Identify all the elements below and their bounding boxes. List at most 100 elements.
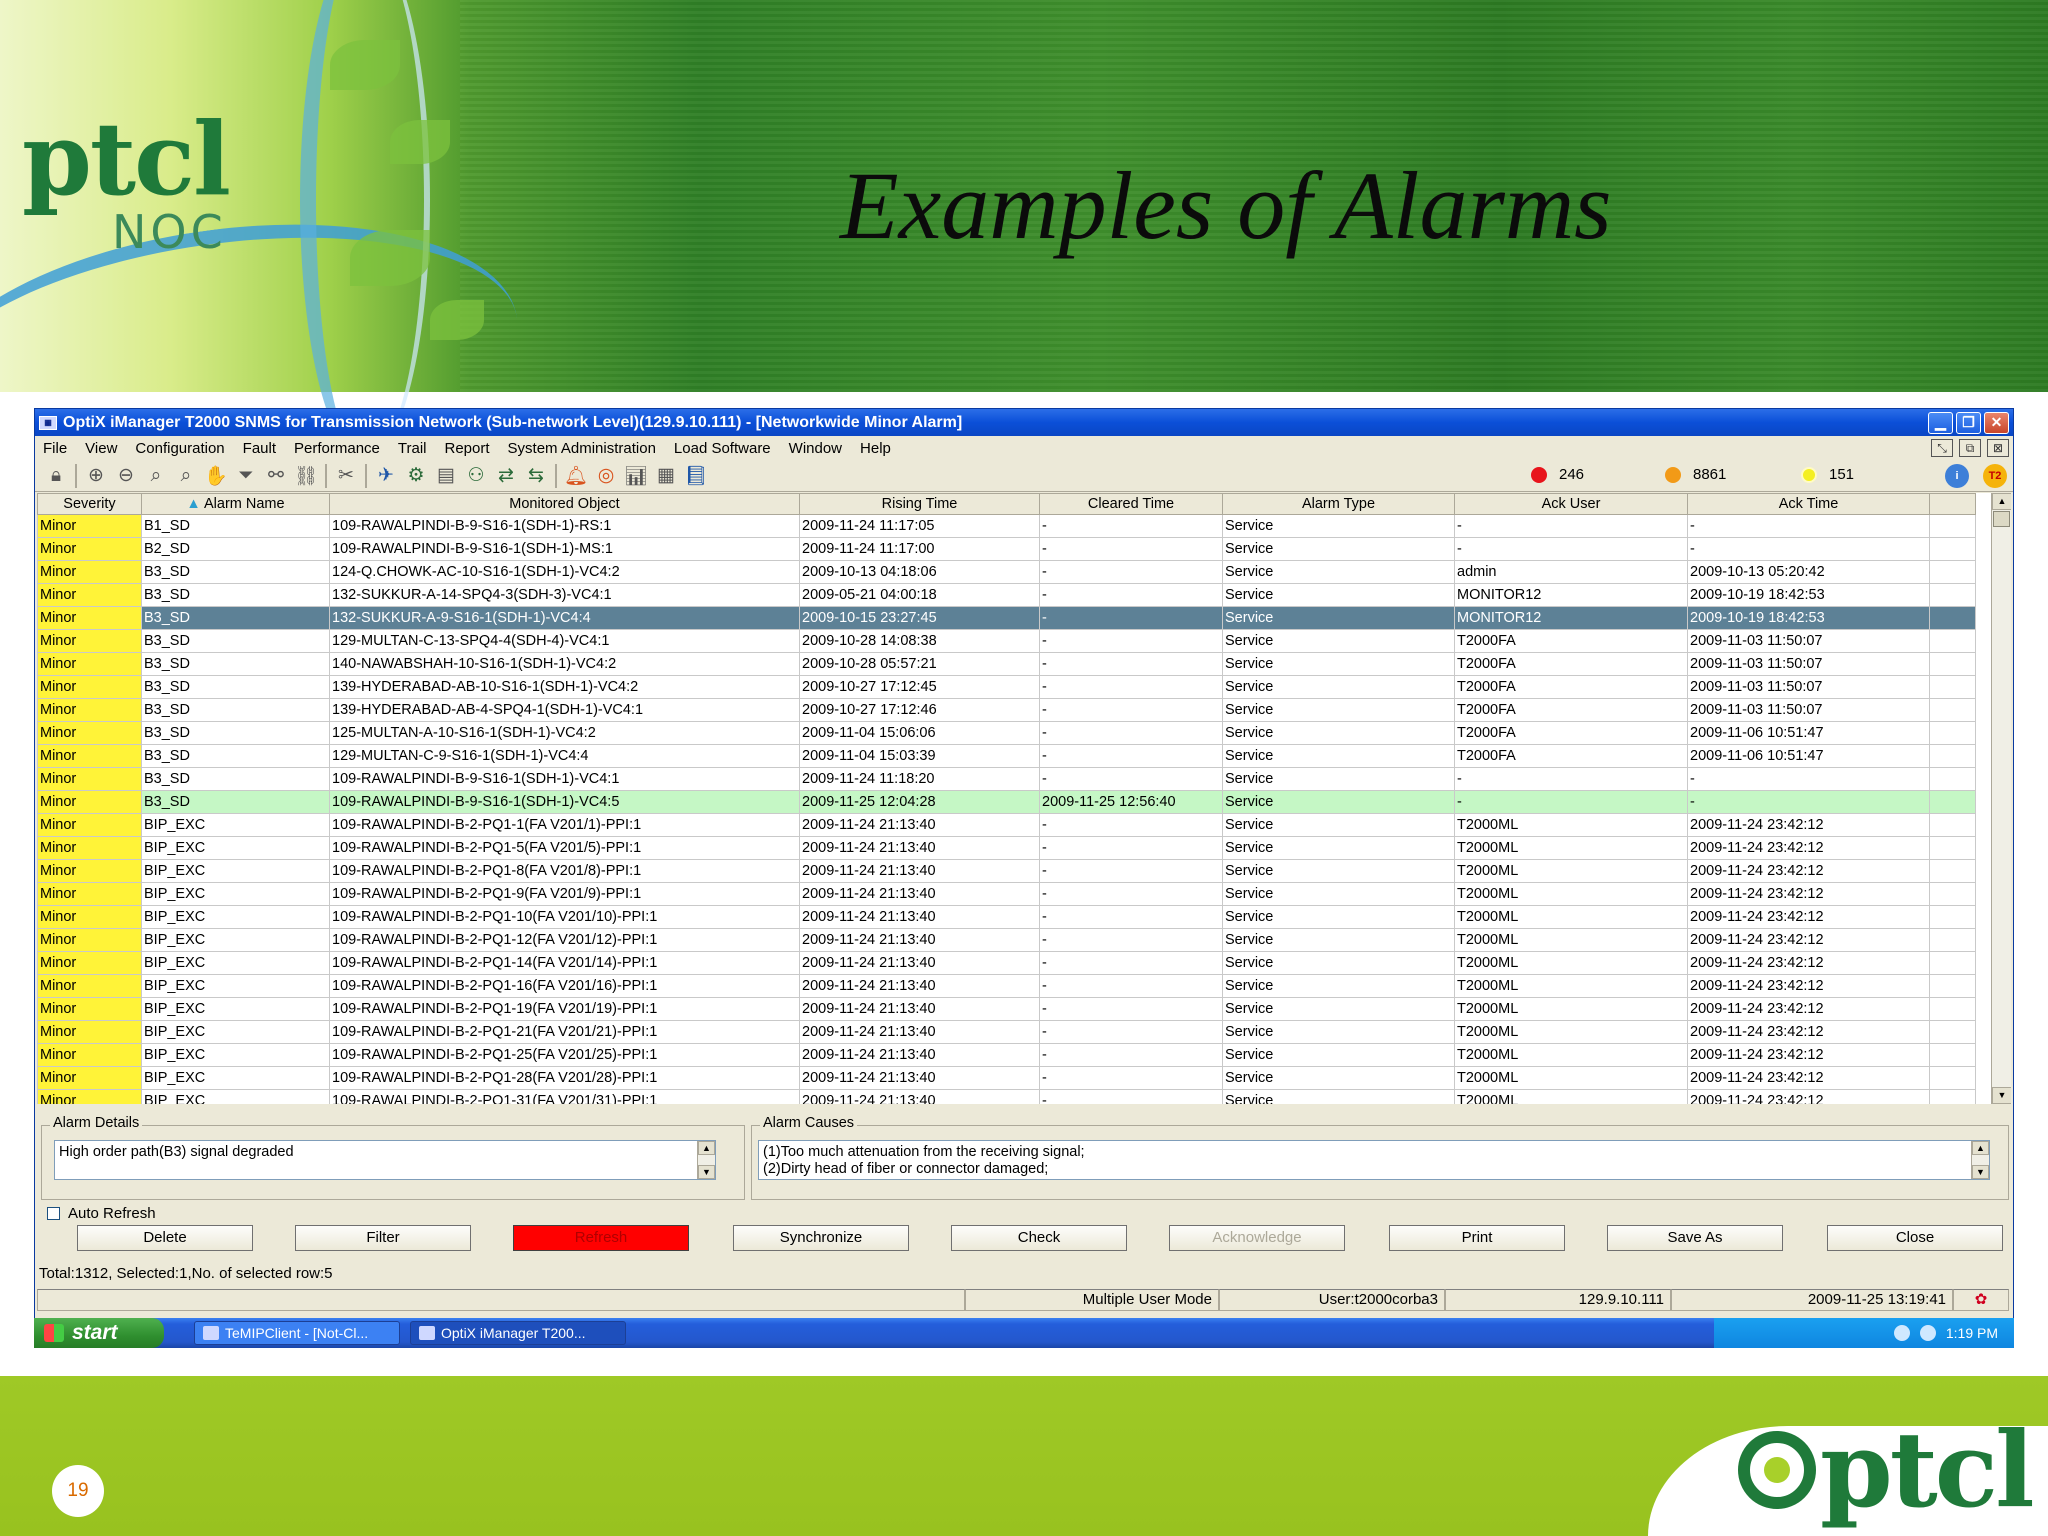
column-header-ack-time[interactable]: Ack Time (1687, 493, 1930, 515)
restore-button[interactable]: ❐ (1956, 411, 1981, 434)
filter-icon[interactable]: ⏷ (231, 463, 261, 489)
details-scrollbar[interactable]: ▲ ▼ (697, 1141, 715, 1179)
menu-report[interactable]: Report (445, 440, 490, 457)
taskbar-item-optix[interactable]: OptiX iManager T200... (410, 1321, 626, 1345)
table-row[interactable]: Minor B3_SD 129-MULTAN-C-9-S16-1(SDH-1)-VC… (37, 744, 1976, 768)
t2000-icon[interactable]: T2 (1983, 464, 2007, 488)
table-row[interactable]: Minor B3_SD 129-MULTAN-C-13-SPQ4-4(SDH-4)-… (37, 629, 1976, 653)
table-row[interactable]: Minor B3_SD 132-SUKKUR-A-9-S16-1(SDH-1)-VC… (37, 606, 1976, 630)
menu-file[interactable]: File (43, 440, 67, 457)
column-header-alarm-type[interactable]: Alarm Type (1222, 493, 1455, 515)
table-row[interactable]: Minor B3_SD 109-RAWALPINDI-B-9-S16-1(SDH-1… (37, 790, 1976, 814)
scroll-thumb[interactable] (1993, 511, 2010, 527)
start-button[interactable]: start (34, 1318, 164, 1348)
ne-manager-icon[interactable]: ▤ (431, 463, 461, 489)
info-icon[interactable]: i (1945, 464, 1969, 488)
menu-trail[interactable]: Trail (398, 440, 427, 457)
table-row[interactable]: Minor B3_SD 124-Q.CHOWK-AC-10-S16-1(SDH-1)… (37, 560, 1976, 584)
delete-button[interactable]: Delete (77, 1225, 253, 1251)
tools-icon[interactable]: ✂ (331, 463, 361, 489)
table-row[interactable]: Minor BIP_EXC 109-RAWALPINDI-B-2-PQ1-16(FA… (37, 974, 1976, 998)
tray-clock[interactable]: 1:19 PM (1946, 1325, 1998, 1341)
causes-scroll-up-icon[interactable]: ▲ (1972, 1141, 1989, 1155)
table-row[interactable]: Minor B3_SD 139-HYDERABAD-AB-4-SPQ4-1(SDH-… (37, 698, 1976, 722)
major-alarm-counter[interactable]: 8861 (1665, 466, 1726, 483)
table-vertical-scrollbar[interactable]: ▲ ▼ (1991, 493, 2011, 1104)
table-row[interactable]: Minor B3_SD 132-SUKKUR-A-14-SPQ4-3(SDH-3)-… (37, 583, 1976, 607)
column-header-severity[interactable]: Severity (37, 493, 142, 515)
table-row[interactable]: Minor BIP_EXC 109-RAWALPINDI-B-2-PQ1-1(FA … (37, 813, 1976, 837)
alarm-details-textbox[interactable]: High order path(B3) signal degraded ▲ ▼ (54, 1140, 716, 1180)
alarm-monitor-icon[interactable]: ◎ (591, 463, 621, 489)
table-row[interactable]: Minor BIP_EXC 109-RAWALPINDI-B-2-PQ1-28(FA… (37, 1066, 1976, 1090)
menu-window[interactable]: Window (789, 440, 842, 457)
lock-icon[interactable]: 🔒︎ (41, 463, 71, 489)
table-row[interactable]: Minor B3_SD 140-NAWABSHAH-10-S16-1(SDH-1)-… (37, 652, 1976, 676)
synchronize-button[interactable]: Synchronize (733, 1225, 909, 1251)
mdi-restore-icon[interactable]: ⧉ (1959, 439, 1981, 457)
table-row[interactable]: Minor BIP_EXC 109-RAWALPINDI-B-2-PQ1-14(FA… (37, 951, 1976, 975)
link-icon[interactable]: ⛓ (291, 463, 321, 489)
table-row[interactable]: Minor BIP_EXC 109-RAWALPINDI-B-2-PQ1-10(FA… (37, 905, 1976, 929)
table-row[interactable]: Minor BIP_EXC 109-RAWALPINDI-B-2-PQ1-12(FA… (37, 928, 1976, 952)
zoom-area-icon[interactable]: ⌕ (141, 463, 171, 489)
minimize-button[interactable]: ▁ (1928, 411, 1953, 434)
save-as-button[interactable]: Save As (1607, 1225, 1783, 1251)
scroll-up-icon[interactable]: ▲ (1992, 493, 2011, 510)
route-icon[interactable]: ⇆ (521, 463, 551, 489)
mdi-minimize-icon[interactable]: ⤡ (1931, 439, 1953, 457)
refresh-button[interactable]: Refresh (513, 1225, 689, 1251)
menu-load-software[interactable]: Load Software (674, 440, 771, 457)
column-header-rising-time[interactable]: Rising Time (799, 493, 1040, 515)
zoom-out-icon[interactable]: ⊖ (111, 463, 141, 489)
table-row[interactable]: Minor BIP_EXC 109-RAWALPINDI-B-2-PQ1-8(FA … (37, 859, 1976, 883)
performance-chart-icon[interactable]: 📊︎ (621, 463, 651, 489)
column-header-alarm-name[interactable]: ▲ Alarm Name (141, 493, 330, 515)
table-row[interactable]: Minor BIP_EXC 109-RAWALPINDI-B-2-PQ1-9(FA … (37, 882, 1976, 906)
mdi-close-icon[interactable]: ⊠ (1987, 439, 2009, 457)
table-row[interactable]: Minor B3_SD 125-MULTAN-A-10-S16-1(SDH-1)-V… (37, 721, 1976, 745)
table-row[interactable]: Minor BIP_EXC 109-RAWALPINDI-B-2-PQ1-5(FA … (37, 836, 1976, 860)
filter-button[interactable]: Filter (295, 1225, 471, 1251)
table-row[interactable]: Minor B3_SD 109-RAWALPINDI-B-9-S16-1(SDH-1… (37, 767, 1976, 791)
auto-refresh-checkbox[interactable]: Auto Refresh (47, 1205, 156, 1222)
menu-help[interactable]: Help (860, 440, 891, 457)
details-scroll-down-icon[interactable]: ▼ (698, 1165, 715, 1179)
check-button[interactable]: Check (951, 1225, 1127, 1251)
acknowledge-button[interactable]: Acknowledge (1169, 1225, 1345, 1251)
taskbar-item-temip[interactable]: TeMIPClient - [Not-Cl... (194, 1321, 400, 1345)
menu-view[interactable]: View (85, 440, 117, 457)
checkbox-icon[interactable] (47, 1207, 60, 1220)
alarm-causes-textbox[interactable]: (1)Too much attenuation from the receivi… (758, 1140, 1990, 1180)
table-row[interactable]: Minor B2_SD 109-RAWALPINDI-B-9-S16-1(SDH-1… (37, 537, 1976, 561)
tray-volume-icon[interactable] (1919, 1325, 1936, 1341)
table-row[interactable]: Minor BIP_EXC 109-RAWALPINDI-B-2-PQ1-19(FA… (37, 997, 1976, 1021)
column-header-cleared-time[interactable]: Cleared Time (1039, 493, 1223, 515)
menu-performance[interactable]: Performance (294, 440, 380, 457)
details-scroll-up-icon[interactable]: ▲ (698, 1141, 715, 1155)
print-button[interactable]: Print (1389, 1225, 1565, 1251)
zoom-in-icon[interactable]: ⊕ (81, 463, 111, 489)
book-icon[interactable]: 📘︎ (681, 463, 711, 489)
alarm-bell-icon[interactable]: 🔔︎ (561, 463, 591, 489)
trail-icon[interactable]: ✈ (371, 463, 401, 489)
tray-network-icon[interactable] (1893, 1325, 1910, 1341)
window-titlebar[interactable]: ▦ OptiX iManager T2000 SNMS for Transmis… (35, 409, 2013, 436)
critical-alarm-counter[interactable]: 246 (1531, 466, 1584, 483)
menu-system-administration[interactable]: System Administration (508, 440, 656, 457)
binoculars-icon[interactable]: ⚯ (261, 463, 291, 489)
causes-scrollbar[interactable]: ▲ ▼ (1971, 1141, 1989, 1179)
table-row[interactable]: Minor B1_SD 109-RAWALPINDI-B-9-S16-1(SDH-1… (37, 514, 1976, 538)
network-icon[interactable]: ⚇ (461, 463, 491, 489)
table-row[interactable]: Minor B3_SD 139-HYDERABAD-AB-10-S16-1(SDH-… (37, 675, 1976, 699)
menu-configuration[interactable]: Configuration (135, 440, 224, 457)
connection-icon[interactable]: ⇄ (491, 463, 521, 489)
column-header-monitored-object[interactable]: Monitored Object (329, 493, 800, 515)
table-row[interactable]: Minor BIP_EXC 109-RAWALPINDI-B-2-PQ1-21(FA… (37, 1020, 1976, 1044)
minor-alarm-counter[interactable]: 151 (1801, 466, 1854, 483)
menu-fault[interactable]: Fault (243, 440, 276, 457)
zoom-fit-icon[interactable]: ⌕ (171, 463, 201, 489)
table-row[interactable]: Minor BIP_EXC 109-RAWALPINDI-B-2-PQ1-31(FA… (37, 1089, 1976, 1104)
close-button[interactable]: Close (1827, 1225, 2003, 1251)
table-row[interactable]: Minor BIP_EXC 109-RAWALPINDI-B-2-PQ1-25(FA… (37, 1043, 1976, 1067)
